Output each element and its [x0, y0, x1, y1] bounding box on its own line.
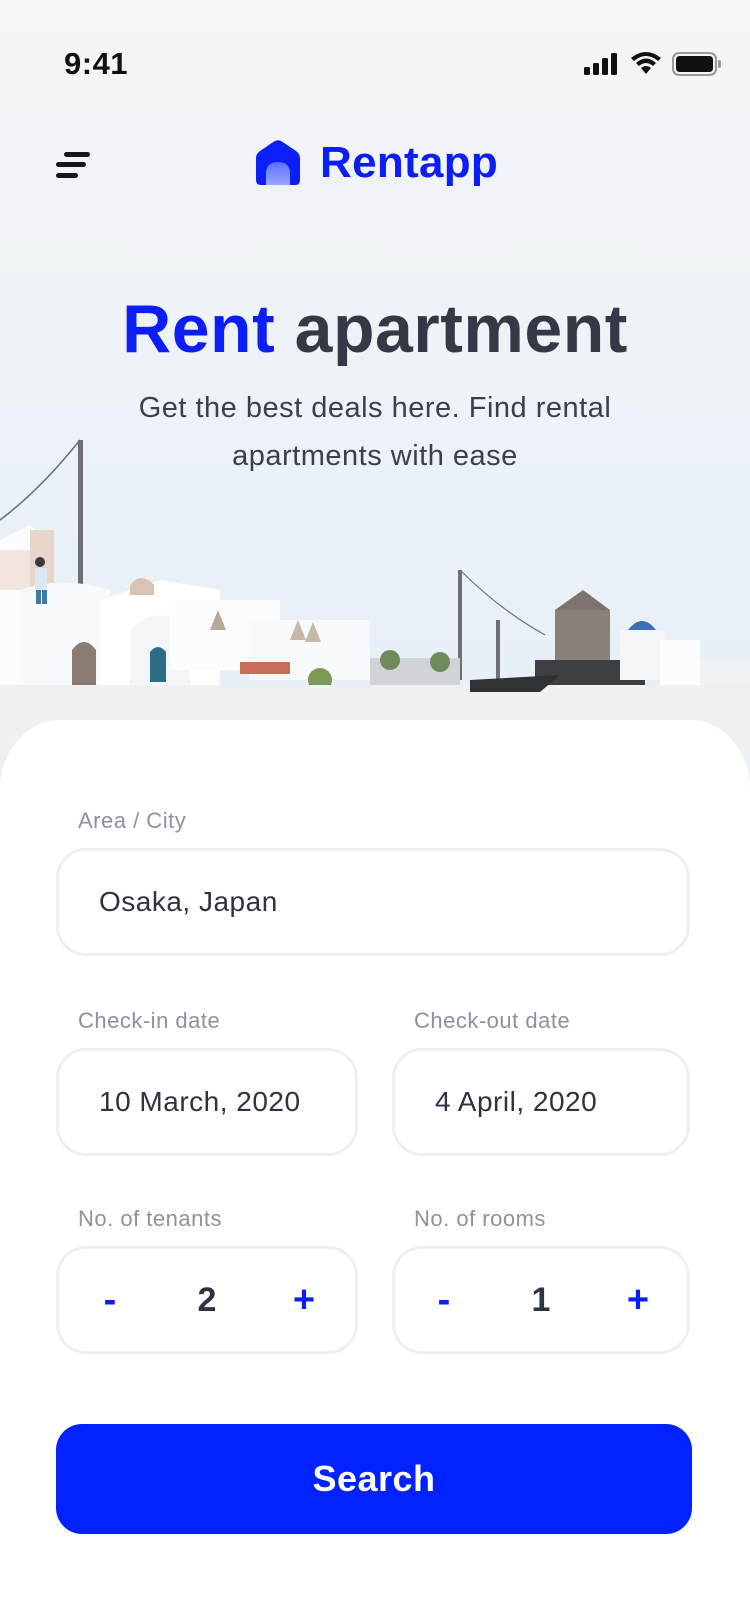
status-icons: [584, 52, 722, 76]
check-out-input[interactable]: 4 April, 2020: [392, 1048, 690, 1156]
area-input[interactable]: Osaka, Japan: [56, 848, 690, 956]
tenants-value: 2: [197, 1280, 217, 1319]
menu-icon: [56, 152, 90, 178]
area-label: Area / City: [78, 808, 187, 833]
rooms-increment-button[interactable]: +: [603, 1249, 673, 1351]
app-header: Rentapp: [0, 130, 750, 200]
tenants-label: No. of tenants: [78, 1206, 222, 1231]
rooms-value: 1: [531, 1280, 551, 1319]
tenants-stepper: - 2 +: [56, 1246, 358, 1354]
title-rest: apartment: [294, 291, 628, 367]
rooms-stepper: - 1 +: [392, 1246, 690, 1354]
check-in-value: 10 March, 2020: [99, 1086, 301, 1117]
check-out-value: 4 April, 2020: [435, 1086, 598, 1117]
rooms-label: No. of rooms: [414, 1206, 546, 1231]
status-time: 9:41: [64, 46, 129, 81]
page-subtitle: Get the best deals here. Find rental apa…: [138, 392, 612, 472]
app-name: Rentapp: [320, 138, 499, 187]
wifi-icon: [631, 52, 661, 74]
brand: Rentapp: [252, 138, 498, 188]
search-button[interactable]: Search: [56, 1424, 692, 1534]
title-accent: Rent: [122, 291, 276, 367]
check-in-input[interactable]: 10 March, 2020: [56, 1048, 358, 1156]
battery-icon: [672, 52, 721, 76]
check-out-label: Check-out date: [414, 1008, 571, 1033]
status-bar: 9:41: [0, 0, 750, 120]
house-icon: [256, 140, 300, 185]
page-title: Rent apartment: [0, 290, 750, 368]
area-value: Osaka, Japan: [99, 886, 278, 917]
menu-button[interactable]: [52, 142, 100, 188]
signal-icon: [584, 53, 617, 75]
tenants-increment-button[interactable]: +: [269, 1249, 339, 1351]
check-in-label: Check-in date: [78, 1008, 221, 1033]
